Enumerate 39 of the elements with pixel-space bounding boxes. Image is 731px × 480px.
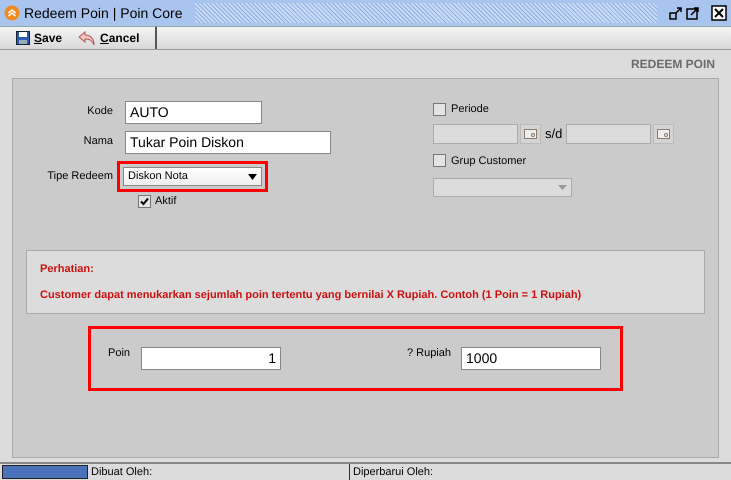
dropdown-arrow-icon <box>558 185 567 190</box>
check-icon <box>140 196 149 206</box>
date-field[interactable] <box>433 124 518 144</box>
notice-text: Customer dapat menukarkan sejumlah poin tertentu yang bernilai X Rupiah. Contoh (1 Poin = 1 Rupiah) <box>40 288 582 302</box>
input-field[interactable]: 1 <box>141 347 281 370</box>
checkbox[interactable] <box>138 194 151 208</box>
date-field[interactable] <box>566 124 652 144</box>
field-label: Kode <box>86 104 114 119</box>
undo-arrow-icon <box>78 30 96 46</box>
dropdown-arrow-icon <box>248 174 257 180</box>
notice-title: Perhatian: <box>40 262 95 277</box>
checkbox-label: Grup Customer <box>451 154 526 168</box>
field-label: Nama <box>82 134 114 149</box>
window-title: Redeem Poin | Poin Core <box>24 4 184 23</box>
checkbox-label: Aktif <box>155 194 176 209</box>
range-separator: s/d <box>544 124 564 143</box>
close-icon[interactable] <box>711 5 727 21</box>
dropdown[interactable]: Diskon Nota <box>123 167 262 186</box>
created-by-label: Dibuat Oleh: <box>88 464 350 480</box>
app-logo-icon <box>4 5 20 21</box>
checkbox[interactable] <box>433 102 446 116</box>
input-field[interactable]: 1000 <box>461 347 601 370</box>
checkbox[interactable] <box>433 154 446 168</box>
input-field[interactable]: AUTO <box>125 101 262 124</box>
field-label: Tipe Redeem <box>46 169 114 184</box>
checkbox-label: Periode <box>451 102 489 117</box>
updated-by-label: Diperbarui Oleh: <box>352 464 434 480</box>
minimize-icon[interactable] <box>669 6 683 20</box>
input-field[interactable]: Tukar Poin Diskon <box>125 131 331 154</box>
calendar-button[interactable] <box>653 124 674 144</box>
cancel-button[interactable]: Cancel <box>78 29 140 47</box>
page-heading: REDEEM POIN <box>630 56 715 73</box>
calendar-icon <box>657 128 670 138</box>
save-button[interactable]: Save <box>16 29 62 47</box>
maximize-icon[interactable] <box>686 6 700 20</box>
field-label: Poin <box>107 346 132 361</box>
calendar-icon <box>524 128 537 138</box>
field-label: ? Rupiah <box>406 346 452 361</box>
calendar-button[interactable] <box>520 124 541 144</box>
